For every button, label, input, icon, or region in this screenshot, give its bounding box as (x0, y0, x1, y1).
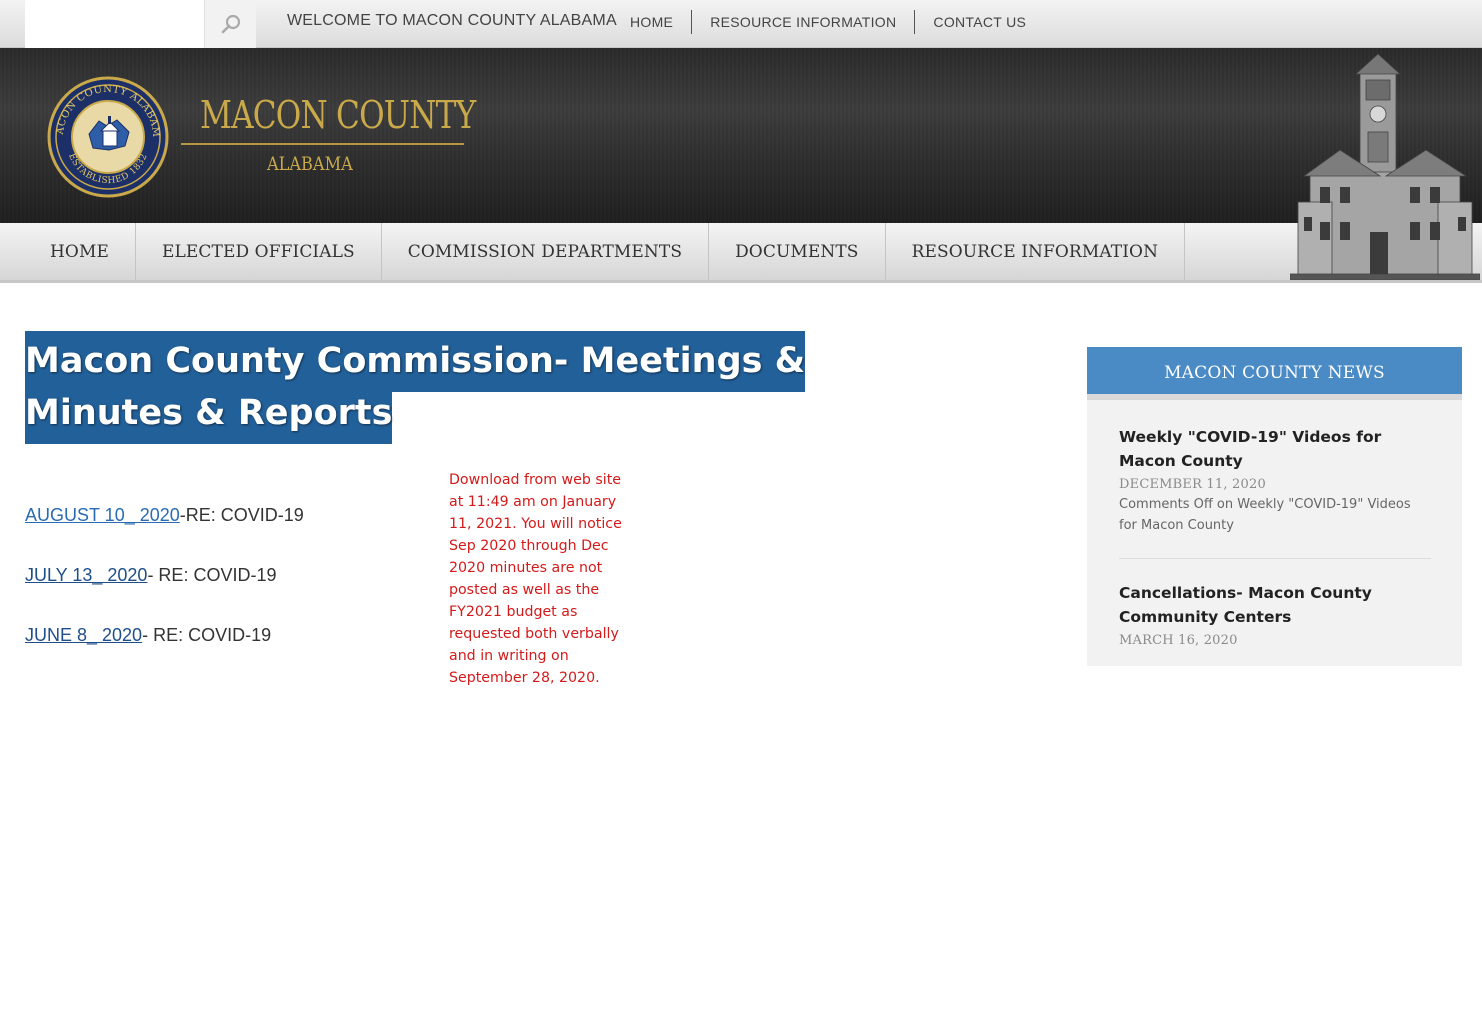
main-nav-elected-officials[interactable]: ELECTED OFFICIALS (136, 223, 382, 280)
top-nav-contact-us[interactable]: CONTACT US (915, 10, 1044, 34)
minutes-label: - RE: COVID-19 (147, 565, 277, 585)
main-nav-resource-information[interactable]: RESOURCE INFORMATION (886, 223, 1186, 280)
search-icon (221, 14, 240, 34)
welcome-text: WELCOME TO MACON COUNTY ALABAMA (287, 12, 617, 29)
news-item-comments: Comments Off on Weekly "COVID-19" Videos… (1119, 497, 1411, 533)
site-header: MACON COUNTY ALABAMA ESTABLISHED 1832 MA… (0, 48, 1482, 223)
minutes-list: AUGUST 10_ 2020-RE: COVID-19 JULY 13_ 20… (25, 505, 304, 685)
top-bar: WELCOME TO MACON COUNTY ALABAMA HOME RES… (0, 0, 1482, 48)
main-nav: HOME ELECTED OFFICIALS COMMISSION DEPART… (0, 223, 1482, 283)
page-title-text: Macon County Commission- Meetings & Minu… (25, 331, 806, 444)
list-item: JULY 13_ 2020- RE: COVID-19 (25, 565, 304, 625)
news-heading: MACON COUNTY NEWS (1087, 347, 1462, 400)
news-item-title[interactable]: Weekly "COVID-19" Videos for Macon Count… (1119, 425, 1431, 473)
top-nav-home[interactable]: HOME (612, 10, 691, 34)
search-input[interactable] (25, 0, 204, 48)
minutes-link-jul-13-2020[interactable]: JULY 13_ 2020 (25, 565, 147, 585)
news-item: Weekly "COVID-19" Videos for Macon Count… (1119, 425, 1431, 559)
title-divider (181, 143, 464, 145)
news-widget: MACON COUNTY NEWS Weekly "COVID-19" Vide… (1087, 347, 1462, 666)
site-subtitle: ALABAMA (267, 153, 353, 175)
courthouse-illustration (1290, 53, 1480, 280)
news-item-date: MARCH 16, 2020 (1119, 633, 1238, 648)
minutes-link-jun-8-2020[interactable]: JUNE 8_ 2020 (25, 625, 142, 645)
minutes-label: -RE: COVID-19 (179, 505, 304, 525)
news-list: Weekly "COVID-19" Videos for Macon Count… (1087, 400, 1462, 660)
top-nav: HOME RESOURCE INFORMATION CONTACT US (612, 10, 1044, 34)
county-seal-logo[interactable]: MACON COUNTY ALABAMA ESTABLISHED 1832 (47, 76, 169, 198)
news-item-title[interactable]: Cancellations- Macon County Community Ce… (1119, 581, 1431, 629)
minutes-label: - RE: COVID-19 (142, 625, 272, 645)
list-item: JUNE 8_ 2020- RE: COVID-19 (25, 625, 304, 685)
main-nav-commission-departments[interactable]: COMMISSION DEPARTMENTS (382, 223, 710, 280)
news-item: Cancellations- Macon County Community Ce… (1119, 581, 1431, 660)
main-nav-home[interactable]: HOME (0, 223, 136, 280)
top-nav-resource-information[interactable]: RESOURCE INFORMATION (692, 10, 914, 34)
search-button[interactable] (204, 0, 256, 48)
site-title: MACON COUNTY (200, 93, 476, 137)
page-title: Macon County Commission- Meetings & Minu… (25, 331, 925, 444)
news-item-date: DECEMBER 11, 2020 (1119, 477, 1266, 492)
download-notice: Download from web site at 11:49 am on Ja… (449, 472, 622, 686)
list-item: AUGUST 10_ 2020-RE: COVID-19 (25, 505, 304, 565)
minutes-link-aug-10-2020[interactable]: AUGUST 10_ 2020 (25, 505, 180, 525)
main-nav-documents[interactable]: DOCUMENTS (709, 223, 886, 280)
